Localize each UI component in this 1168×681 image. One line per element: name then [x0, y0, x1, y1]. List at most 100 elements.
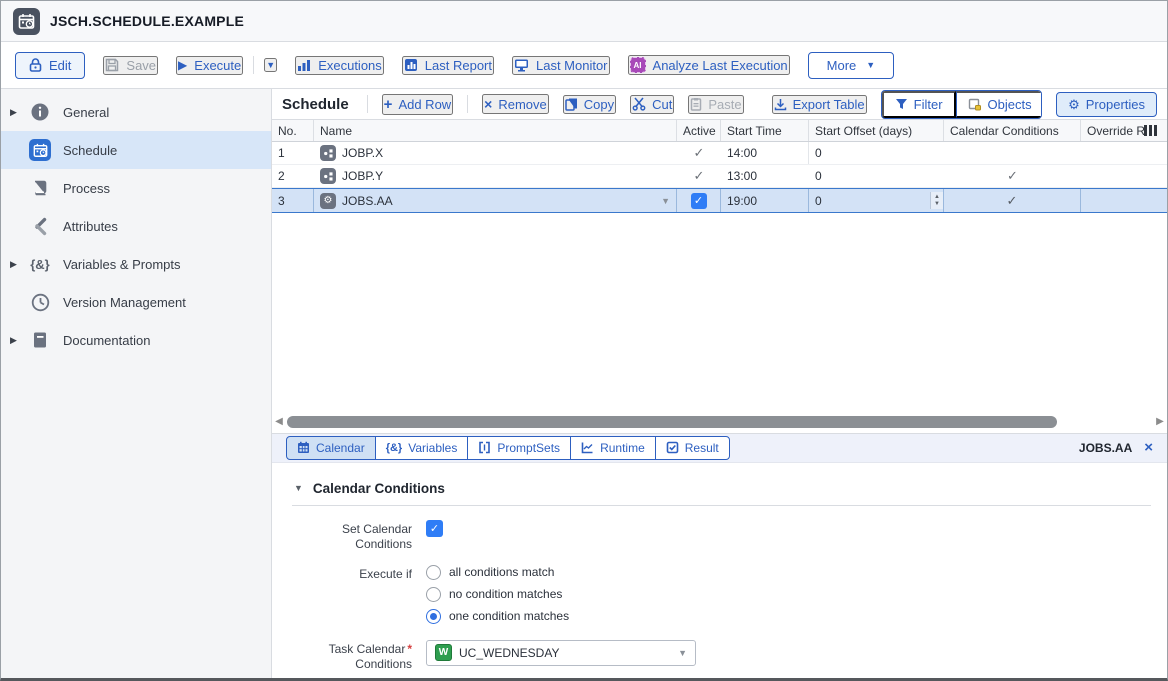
cell-override[interactable] — [1081, 142, 1167, 164]
tab-promptsets[interactable]: PromptSets — [467, 436, 571, 460]
remove-button[interactable]: × Remove — [482, 94, 549, 114]
radio-all-conditions-match[interactable]: all conditions match — [426, 565, 569, 580]
cell-start-offset[interactable]: 0 — [809, 165, 944, 187]
copy-button[interactable]: Copy — [563, 95, 616, 114]
cell-name-combobox[interactable]: ⚙ JOBS.AA ▼ — [314, 189, 677, 212]
calendar-icon — [297, 441, 310, 454]
cut-button[interactable]: Cut — [630, 95, 674, 114]
filter-label: Filter — [914, 97, 943, 112]
expander-icon[interactable]: ▶ — [10, 259, 17, 270]
executions-button[interactable]: Executions — [295, 56, 384, 75]
close-icon[interactable]: × — [1144, 440, 1153, 455]
sidebar-item-version-management[interactable]: Version Management — [1, 283, 271, 321]
add-row-button[interactable]: + Add Row — [382, 94, 454, 115]
cell-calendar-conditions[interactable]: ✓ — [944, 189, 1081, 212]
radio-icon[interactable] — [426, 565, 441, 580]
caret-down-icon[interactable]: ▼ — [678, 648, 687, 658]
filter-button[interactable]: Filter — [882, 91, 956, 118]
tab-runtime[interactable]: Runtime — [570, 436, 656, 460]
cell-active[interactable]: ✓ — [677, 142, 721, 164]
cell-calendar-conditions[interactable] — [944, 142, 1081, 164]
set-calendar-checkbox-checked[interactable]: ✓ — [426, 520, 443, 537]
scrollbar-thumb[interactable] — [287, 416, 1057, 428]
column-options-icon[interactable] — [1144, 125, 1161, 136]
column-header-name[interactable]: Name — [314, 120, 677, 141]
scroll-left-icon[interactable]: ◀ — [274, 416, 284, 427]
sidebar-item-process[interactable]: Process — [1, 169, 271, 207]
table-row-selected[interactable]: 3 ⚙ JOBS.AA ▼ ✓ 19:00 0 — [272, 188, 1167, 213]
column-header-start-offset[interactable]: Start Offset (days) — [809, 120, 944, 141]
expander-icon[interactable]: ▶ — [10, 335, 17, 346]
cell-override[interactable] — [1081, 189, 1167, 212]
column-header-calendar-conditions[interactable]: Calendar Conditions — [944, 120, 1081, 141]
sidebar-item-attributes[interactable]: Attributes — [1, 207, 271, 245]
execute-button[interactable]: ▶ Execute — [176, 56, 243, 75]
analyze-last-execution-button[interactable]: AI Analyze Last Execution — [628, 55, 790, 75]
cell-start-offset[interactable]: 0 — [809, 142, 944, 164]
scroll-right-icon[interactable]: ▶ — [1155, 416, 1165, 427]
column-header-start-time[interactable]: Start Time — [721, 120, 809, 141]
override-label: Override Ru — [1087, 124, 1144, 138]
set-calendar-conditions-label: Set Calendar Conditions — [316, 520, 412, 552]
table-row[interactable]: 1 JOBP.X ✓ 14:00 0 — [272, 142, 1167, 165]
cell-start-time[interactable]: 13:00 — [721, 165, 809, 187]
radio-one-condition-matches[interactable]: one condition matches — [426, 609, 569, 624]
save-icon — [105, 58, 119, 72]
cell-name[interactable]: JOBP.X — [314, 142, 677, 164]
collapse-icon[interactable]: ▼ — [294, 483, 303, 493]
cell-start-time-input[interactable]: 19:00 — [721, 189, 809, 212]
cell-start-offset-stepper[interactable]: 0 ▲ ▼ — [809, 189, 944, 212]
execute-if-radio-group: all conditions match no condition matche… — [426, 565, 569, 624]
stepper-down-icon[interactable]: ▼ — [934, 201, 940, 207]
cell-start-time[interactable]: 14:00 — [721, 142, 809, 164]
tab-calendar[interactable]: Calendar — [286, 436, 376, 460]
cell-name[interactable]: JOBP.Y — [314, 165, 677, 187]
cell-active[interactable]: ✓ — [677, 165, 721, 187]
workflow-icon — [320, 145, 336, 161]
sidebar-item-documentation[interactable]: ▶ Documentation — [1, 321, 271, 359]
export-table-button[interactable]: Export Table — [772, 95, 867, 114]
objects-label: Objects — [988, 97, 1032, 112]
scrollbar-track[interactable] — [287, 416, 1152, 428]
cell-override[interactable] — [1081, 165, 1167, 187]
expander-icon[interactable]: ▶ — [10, 107, 17, 118]
stepper-up-icon[interactable]: ▲ — [934, 194, 940, 200]
checkbox-checked-icon[interactable]: ✓ — [691, 193, 707, 209]
cell-active-checkbox[interactable]: ✓ — [677, 189, 721, 212]
objects-button[interactable]: Objects — [956, 91, 1043, 118]
caret-down-icon[interactable]: ▼ — [661, 196, 670, 206]
last-monitor-button[interactable]: Last Monitor — [512, 56, 610, 75]
copy-icon — [565, 97, 578, 111]
table-row[interactable]: 2 JOBP.Y ✓ 13:00 0 ✓ — [272, 165, 1167, 188]
column-header-no[interactable]: No. — [272, 120, 314, 141]
column-header-active[interactable]: Active — [677, 120, 721, 141]
monitor-icon — [514, 58, 529, 72]
last-report-button[interactable]: Last Report — [402, 56, 494, 75]
separator — [253, 56, 254, 74]
add-row-label: Add Row — [398, 97, 451, 112]
properties-button[interactable]: ⚙ Properties — [1056, 92, 1157, 117]
radio-selected-icon[interactable] — [426, 609, 441, 624]
edit-button[interactable]: Edit — [15, 52, 85, 79]
column-header-override[interactable]: Override Ru — [1081, 120, 1167, 141]
sidebar-item-general[interactable]: ▶ General — [1, 93, 271, 131]
objects-icon — [968, 98, 982, 111]
stepper-arrows[interactable]: ▲ ▼ — [930, 192, 943, 209]
paste-button[interactable]: Paste — [688, 95, 743, 114]
radio-icon[interactable] — [426, 587, 441, 602]
cell-calendar-conditions[interactable]: ✓ — [944, 165, 1081, 187]
sidebar-item-variables-prompts[interactable]: ▶ {&} Variables & Prompts — [1, 245, 271, 283]
execute-dropdown-button[interactable]: ▼ — [264, 58, 277, 72]
task-name: JOBP.Y — [342, 169, 383, 183]
paste-icon — [690, 97, 702, 111]
task-calendar-combobox[interactable]: W UC_WEDNESDAY ▼ — [426, 640, 696, 666]
tab-variables[interactable]: {&} Variables — [375, 436, 469, 460]
radio-no-condition-matches[interactable]: no condition matches — [426, 587, 569, 602]
remove-label: Remove — [498, 97, 546, 112]
save-button[interactable]: Save — [103, 56, 158, 75]
more-button[interactable]: More ▼ — [808, 52, 895, 79]
sidebar-item-schedule[interactable]: Schedule — [1, 131, 271, 169]
check-icon: ✓ — [1007, 193, 1018, 209]
section-divider — [292, 505, 1151, 506]
tab-result[interactable]: Result — [655, 436, 730, 460]
